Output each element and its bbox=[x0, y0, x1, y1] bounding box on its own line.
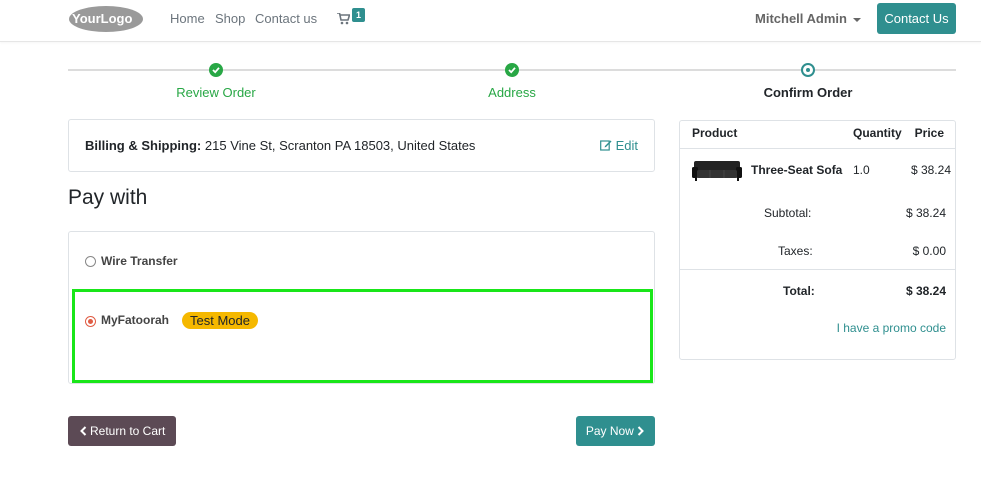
header-product: Product bbox=[692, 126, 738, 140]
chevron-left-icon bbox=[79, 426, 86, 436]
cart-link[interactable]: 1 bbox=[337, 8, 367, 28]
order-summary-card: Product Quantity Price Three-Seat Sofa 1… bbox=[679, 120, 956, 360]
step-confirm-order: Confirm Order bbox=[763, 85, 853, 100]
product-qty: 1.0 bbox=[853, 163, 870, 177]
header-price: Price bbox=[914, 126, 944, 140]
total-value: $ 38.24 bbox=[905, 284, 946, 298]
subtotal-value: $ 38.24 bbox=[905, 206, 946, 220]
pay-now-label: Pay Now bbox=[585, 424, 634, 438]
nav-contact-us[interactable]: Contact us bbox=[255, 11, 317, 26]
total-label: Total: bbox=[783, 284, 815, 298]
address-label: Billing & Shipping: bbox=[85, 138, 202, 153]
return-to-cart-button[interactable]: Return to Cart bbox=[68, 416, 176, 446]
check-icon bbox=[505, 63, 519, 77]
top-navbar: YourLogo Home Shop Contact us 1 Mitchell… bbox=[0, 0, 981, 42]
step-review-order[interactable]: Review Order bbox=[176, 85, 255, 100]
cart-count-badge: 1 bbox=[352, 8, 366, 22]
user-menu[interactable]: Mitchell Admin bbox=[755, 11, 861, 26]
product-price: $ 38.24 bbox=[910, 163, 951, 177]
return-label: Return to Cart bbox=[89, 424, 166, 438]
check-icon bbox=[209, 63, 223, 77]
nav-shop[interactable]: Shop bbox=[215, 11, 245, 26]
address-text: Billing & Shipping: 215 Vine St, Scranto… bbox=[85, 138, 475, 153]
edit-address-link[interactable]: Edit bbox=[600, 138, 638, 153]
step-address[interactable]: Address bbox=[488, 85, 536, 100]
user-name: Mitchell Admin bbox=[755, 11, 847, 26]
cart-icon bbox=[337, 13, 350, 25]
current-step-icon bbox=[801, 63, 815, 77]
taxes-label: Taxes: bbox=[778, 244, 813, 258]
product-name[interactable]: Three-Seat Sofa bbox=[751, 163, 842, 177]
caret-down-icon bbox=[852, 17, 861, 22]
contact-us-button[interactable]: Contact Us bbox=[877, 3, 956, 34]
taxes-value: $ 0.00 bbox=[912, 244, 946, 258]
pay-with-heading: Pay with bbox=[68, 186, 148, 209]
divider bbox=[680, 148, 955, 149]
highlight-box bbox=[72, 289, 653, 383]
divider bbox=[680, 269, 955, 270]
logo[interactable]: YourLogo bbox=[68, 5, 144, 33]
edit-icon bbox=[600, 140, 612, 151]
subtotal-label: Subtotal: bbox=[764, 206, 812, 220]
header-quantity: Quantity bbox=[853, 126, 902, 140]
promo-code-link[interactable]: I have a promo code bbox=[837, 321, 946, 335]
wire-transfer-label: Wire Transfer bbox=[101, 254, 178, 268]
pay-now-button[interactable]: Pay Now bbox=[576, 416, 655, 446]
chevron-right-icon bbox=[637, 426, 645, 436]
payment-option-wire-transfer[interactable]: Wire Transfer bbox=[83, 250, 283, 272]
radio-wire-transfer[interactable] bbox=[85, 256, 96, 267]
edit-label: Edit bbox=[615, 138, 638, 153]
nav-home[interactable]: Home bbox=[170, 11, 205, 26]
address-value: 215 Vine St, Scranton PA 18503, United S… bbox=[204, 138, 476, 153]
sofa-image[interactable] bbox=[692, 158, 742, 182]
address-card: Billing & Shipping: 215 Vine St, Scranto… bbox=[68, 119, 655, 172]
logo-text: YourLogo bbox=[72, 11, 132, 26]
